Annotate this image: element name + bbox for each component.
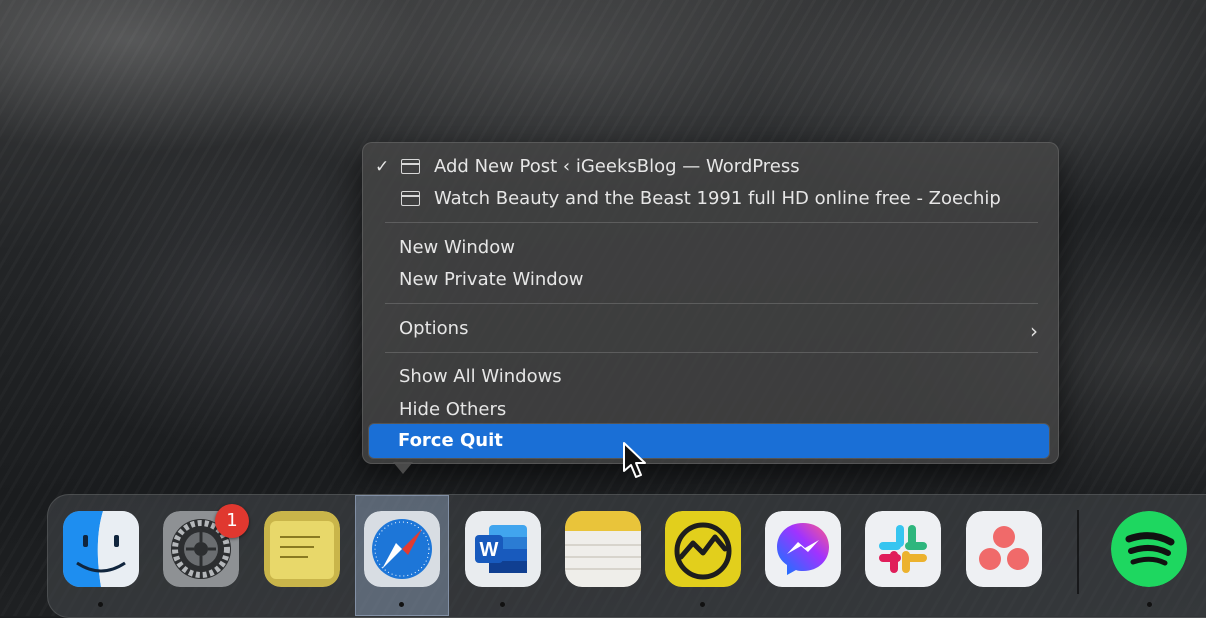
safari-compass-icon (364, 511, 440, 587)
slack-icon (865, 511, 941, 587)
menu-item-hide-others[interactable]: Hide Others (399, 396, 506, 424)
dock-app-asana[interactable] (966, 511, 1042, 587)
running-indicator (98, 602, 103, 607)
dock-app-safari[interactable] (364, 511, 440, 587)
messenger-icon (765, 511, 841, 587)
mouse-pointer-icon (623, 442, 646, 478)
chevron-right-icon: › (1030, 319, 1038, 343)
running-indicator (1147, 602, 1152, 607)
svg-text:W: W (480, 539, 499, 561)
menu-item-window-wordpress[interactable]: Add New Post ‹ iGeeksBlog — WordPress (434, 153, 800, 181)
dock-app-slack[interactable] (865, 511, 941, 587)
notification-badge: 1 (215, 504, 249, 538)
window-icon (401, 159, 420, 174)
safari-dock-context-menu: ✓ Add New Post ‹ iGeeksBlog — WordPress … (362, 142, 1059, 464)
stickies-icon (264, 511, 340, 587)
checkmark-icon: ✓ (375, 157, 390, 177)
menu-item-options[interactable]: Options (399, 315, 468, 343)
basecamp-icon (665, 511, 741, 587)
asana-icon (966, 511, 1042, 587)
finder-icon (63, 511, 139, 587)
dock-app-word[interactable]: W (465, 511, 541, 587)
dock-app-basecamp[interactable] (665, 511, 741, 587)
menu-separator (385, 352, 1038, 353)
dock-app-messenger[interactable] (765, 511, 841, 587)
menu-separator (385, 222, 1038, 223)
menu-item-new-window[interactable]: New Window (399, 234, 515, 262)
menu-item-window-zoechip[interactable]: Watch Beauty and the Beast 1991 full HD … (434, 185, 1001, 213)
word-icon: W (465, 511, 541, 587)
spotify-icon (1111, 511, 1187, 587)
running-indicator (700, 602, 705, 607)
menu-separator (385, 303, 1038, 304)
notes-icon (565, 511, 641, 587)
dock-app-spotify[interactable] (1111, 511, 1187, 587)
menu-item-show-all-windows[interactable]: Show All Windows (399, 363, 562, 391)
menu-pointer-arrow (393, 462, 413, 474)
dock-app-finder[interactable] (63, 511, 139, 587)
force-quit-label: Force Quit (398, 430, 503, 451)
dock-app-stickies[interactable] (264, 511, 340, 587)
dock-divider (1077, 510, 1079, 594)
menu-item-new-private-window[interactable]: New Private Window (399, 266, 583, 294)
window-icon (401, 191, 420, 206)
running-indicator (399, 602, 404, 607)
running-indicator (500, 602, 505, 607)
dock-app-notes[interactable] (565, 511, 641, 587)
